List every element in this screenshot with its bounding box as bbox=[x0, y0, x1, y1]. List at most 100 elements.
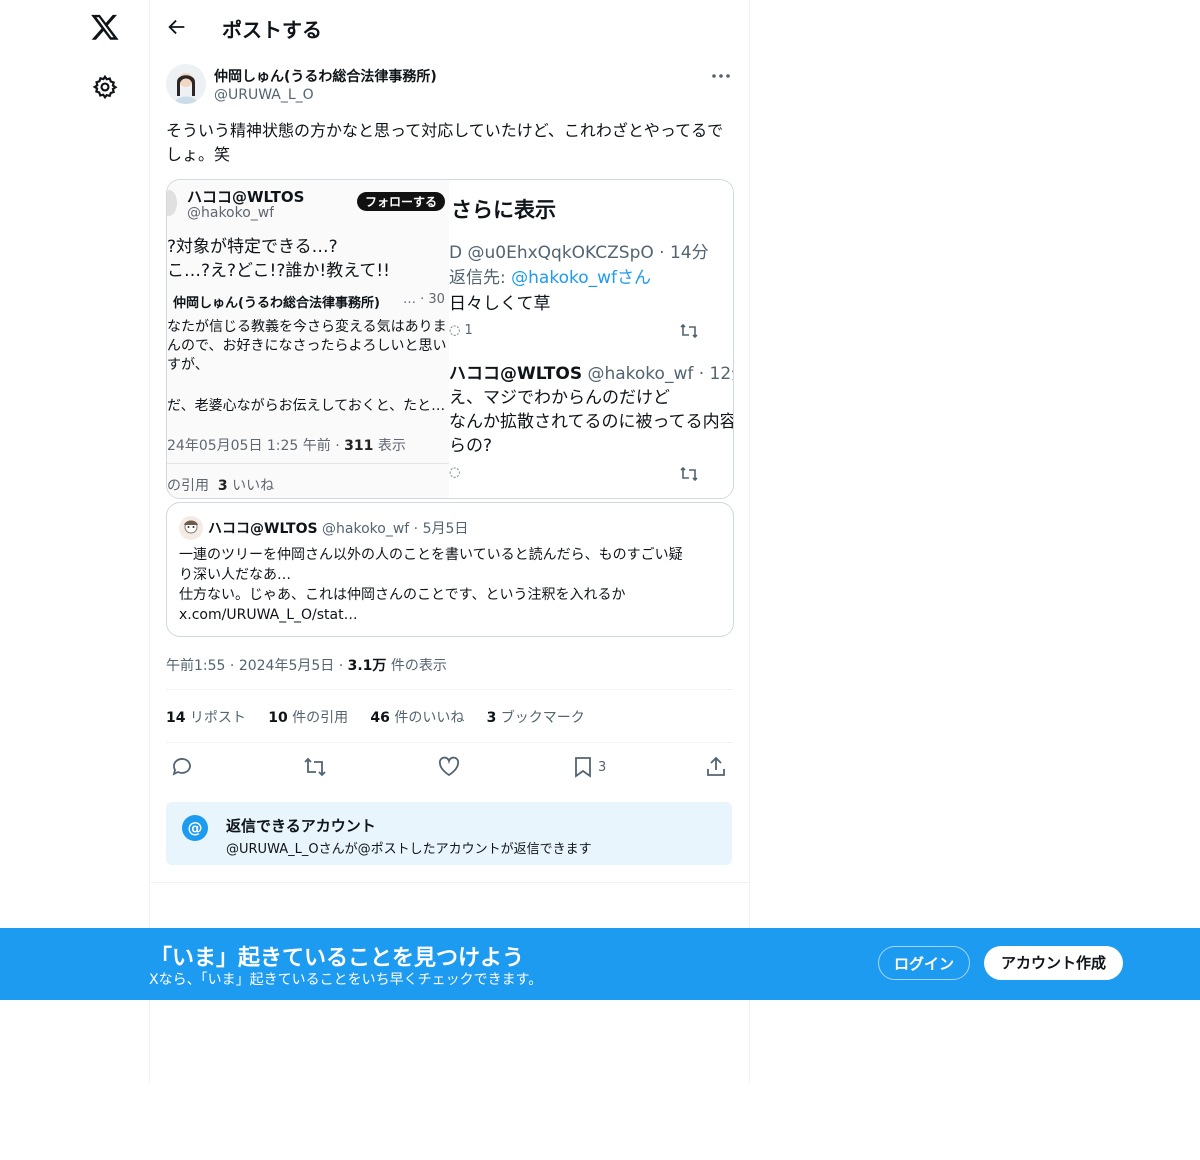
like-icon[interactable] bbox=[437, 755, 461, 779]
post-text: そういう精神状態の方かなと思って対応していたけど、これわざとやってるでしょ。笑 bbox=[166, 121, 724, 164]
shot-likes-num: 3 bbox=[217, 478, 228, 494]
bookmarks-count: 3 bbox=[486, 710, 497, 726]
shot-reply-to-label: 返信先: bbox=[449, 268, 512, 288]
quotes-label: 件の引用 bbox=[287, 710, 349, 726]
bookmark-count: 3 bbox=[598, 760, 607, 775]
post-date[interactable]: 2024年5月5日 bbox=[239, 658, 334, 674]
post-actions: 3 bbox=[166, 755, 733, 781]
signup-banner: 「いま」起きていることを見つけよう Xなら、「いま」起きていることをいち早くチェ… bbox=[0, 928, 1200, 1000]
quote-date: · 5月5日 bbox=[409, 521, 469, 537]
banner-subtitle: Xなら、「いま」起きていることをいち早くチェックできます。 bbox=[149, 972, 543, 988]
cropped-avatar bbox=[167, 190, 177, 216]
post-views-label: 件の表示 bbox=[386, 658, 447, 674]
screenshot-left-panel: ハココ@WLTOS @hakoko_wf フォローする ?対象が特定できる…? … bbox=[167, 180, 450, 498]
quote-link: x.com/URUWA_L_O/stat… bbox=[179, 607, 358, 623]
shot-heading: さらに表示 bbox=[451, 198, 556, 222]
shot-reply2-line: らの? bbox=[449, 436, 493, 456]
divider bbox=[166, 742, 733, 743]
shot-reply2-handle-time: @hakoko_wf · 12分 bbox=[582, 364, 734, 384]
shot-name: ハココ@WLTOS bbox=[187, 188, 305, 206]
shot-reply2-line: え、マジでわからんのだけど bbox=[449, 388, 670, 408]
shot-retweet-icon bbox=[680, 323, 698, 339]
reply-restriction-title: 返信できるアカウント bbox=[226, 817, 376, 835]
reposts-count: 14 bbox=[166, 710, 186, 726]
shot-line: なたが信じる教義を今さら変える気はありま bbox=[167, 319, 447, 335]
shot-retweet-icon bbox=[680, 466, 698, 482]
shot-likes-label: いいね bbox=[227, 478, 275, 494]
shot-handle: @hakoko_wf bbox=[187, 205, 275, 221]
shot-views-num: 311 bbox=[344, 438, 374, 454]
at-icon: @ bbox=[182, 815, 208, 841]
post-image[interactable]: ハココ@WLTOS @hakoko_wf フォローする ?対象が特定できる…? … bbox=[166, 179, 734, 499]
shot-line: ?対象が特定できる…? bbox=[167, 237, 338, 257]
login-button[interactable]: ログイン bbox=[878, 946, 970, 980]
avatar[interactable] bbox=[166, 64, 206, 104]
quote-line: り深い人だなあ… bbox=[179, 567, 291, 583]
reply-icon[interactable] bbox=[170, 755, 194, 779]
reposts-stat[interactable]: 14 リポスト bbox=[166, 710, 246, 726]
reply-restriction-box: @ 返信できるアカウント @URUWA_L_Oさんが@ポストしたアカウントが返信… bbox=[166, 802, 732, 865]
shot-views-label: 表示 bbox=[373, 438, 406, 454]
gear-icon[interactable] bbox=[92, 74, 118, 100]
shot-reply1-meta: D @u0EhxQqkOKCZSpO · 14分 bbox=[449, 243, 709, 263]
shot-date: 24年05月05日 1:25 午前 · 311 表示 bbox=[167, 435, 406, 455]
share-icon[interactable] bbox=[704, 755, 728, 779]
quotes-count: 10 bbox=[268, 710, 288, 726]
likes-count: 46 bbox=[370, 710, 390, 726]
divider bbox=[166, 689, 733, 690]
shot-divider bbox=[167, 463, 449, 464]
shot-reply-icon: ◌ bbox=[449, 323, 461, 338]
screenshot-right-panel: さらに表示 D @u0EhxQqkOKCZSpO · 14分 返信先: @hak… bbox=[449, 180, 733, 498]
likes-label: 件のいいね bbox=[389, 710, 465, 726]
shot-line: すが、 bbox=[167, 357, 209, 373]
x-logo-icon[interactable] bbox=[90, 12, 120, 42]
shot-reply2-line: なんか拡散されてるのに被ってる内容 bbox=[449, 412, 733, 432]
page-title: ポストする bbox=[222, 18, 322, 42]
post-stats: 14 リポスト 10 件の引用 46 件のいいね 3 ブックマーク bbox=[166, 707, 585, 727]
main-column: ポストする 仲岡しゅん(うるわ総合法律事務所) @URUWA_L_O そういう精… bbox=[149, 0, 750, 1083]
signup-button[interactable]: アカウント作成 bbox=[984, 946, 1123, 980]
quote-line: 仕方ない。じゃあ、これは仲岡さんのことです、という注釈を入れるか bbox=[179, 587, 626, 603]
quote-avatar bbox=[179, 516, 203, 540]
shot-line: こ…?え?どこ!?誰か!教えて!! bbox=[167, 261, 390, 281]
shot-reply-to-handle: @hakoko_wfさん bbox=[511, 268, 652, 288]
shot-reply2-name: ハココ@WLTOS bbox=[449, 364, 583, 384]
reply-restriction-subtitle: @URUWA_L_Oさんが@ポストしたアカウントが返信できます bbox=[226, 842, 592, 857]
repost-icon[interactable] bbox=[302, 755, 328, 779]
quote-header: ハココ@WLTOS @hakoko_wf · 5月5日 bbox=[208, 518, 468, 538]
likes-stat[interactable]: 46 件のいいね bbox=[370, 710, 464, 726]
shot-reply-time: … · 30 bbox=[403, 292, 445, 307]
post-time[interactable]: 午前1:55 bbox=[166, 658, 225, 674]
author-handle[interactable]: @URUWA_L_O bbox=[214, 87, 314, 103]
quotes-stat[interactable]: 10 件の引用 bbox=[268, 710, 348, 726]
author-name[interactable]: 仲岡しゅん(うるわ総合法律事務所) bbox=[214, 66, 437, 86]
more-options-icon[interactable] bbox=[711, 72, 731, 80]
shot-reply2-meta: ハココ@WLTOS @hakoko_wf · 12分 bbox=[449, 359, 734, 384]
shot-date-text: 24年05月05日 1:25 午前 · bbox=[167, 438, 345, 454]
bookmark-icon[interactable] bbox=[572, 755, 594, 779]
banner-title: 「いま」起きていることを見つけよう bbox=[150, 946, 525, 971]
reposts-label: リポスト bbox=[185, 710, 246, 726]
shot-follow-button: フォローする bbox=[357, 192, 446, 211]
bookmarks-label: ブックマーク bbox=[496, 710, 585, 726]
shot-reply1-text: 日々しくて草 bbox=[449, 294, 551, 314]
quoted-post[interactable]: ハココ@WLTOS @hakoko_wf · 5月5日 一連のツリーを仲岡さん以… bbox=[166, 502, 734, 637]
shot-line: んので、お好きになさったらよろしいと思い bbox=[167, 338, 447, 354]
shot-reply1-actions: ◌ 1 bbox=[449, 323, 473, 338]
post-meta: 午前1:55 · 2024年5月5日 · 3.1万 件の表示 bbox=[166, 658, 447, 674]
quote-author-handle: @hakoko_wf bbox=[322, 521, 410, 537]
quote-author-name: ハココ@WLTOS bbox=[208, 521, 318, 537]
shot-reply-name: 仲岡しゅん(うるわ総合法律事務所) bbox=[173, 296, 380, 311]
back-arrow-icon[interactable] bbox=[166, 16, 188, 38]
bookmarks-stat[interactable]: 3 ブックマーク bbox=[487, 710, 585, 726]
post-author: 仲岡しゅん(うるわ総合法律事務所) @URUWA_L_O bbox=[166, 64, 733, 108]
quote-line: 一連のツリーを仲岡さん以外の人のことを書いていると読んだら、ものすごい疑 bbox=[179, 547, 683, 563]
shot-counts: の引用 3 いいね bbox=[167, 475, 274, 495]
shot-reply1-to: 返信先: @hakoko_wfさん bbox=[449, 263, 651, 288]
shot-reply-count: 1 bbox=[464, 323, 473, 338]
shot-reply2-reply-icon: ◌ bbox=[449, 465, 461, 480]
divider bbox=[150, 882, 749, 883]
post-views-num: 3.1万 bbox=[347, 658, 387, 674]
shot-quote-label: の引用 bbox=[167, 478, 209, 494]
shot-line: だ、老婆心ながらお伝えしておくと、たと… bbox=[167, 398, 446, 414]
